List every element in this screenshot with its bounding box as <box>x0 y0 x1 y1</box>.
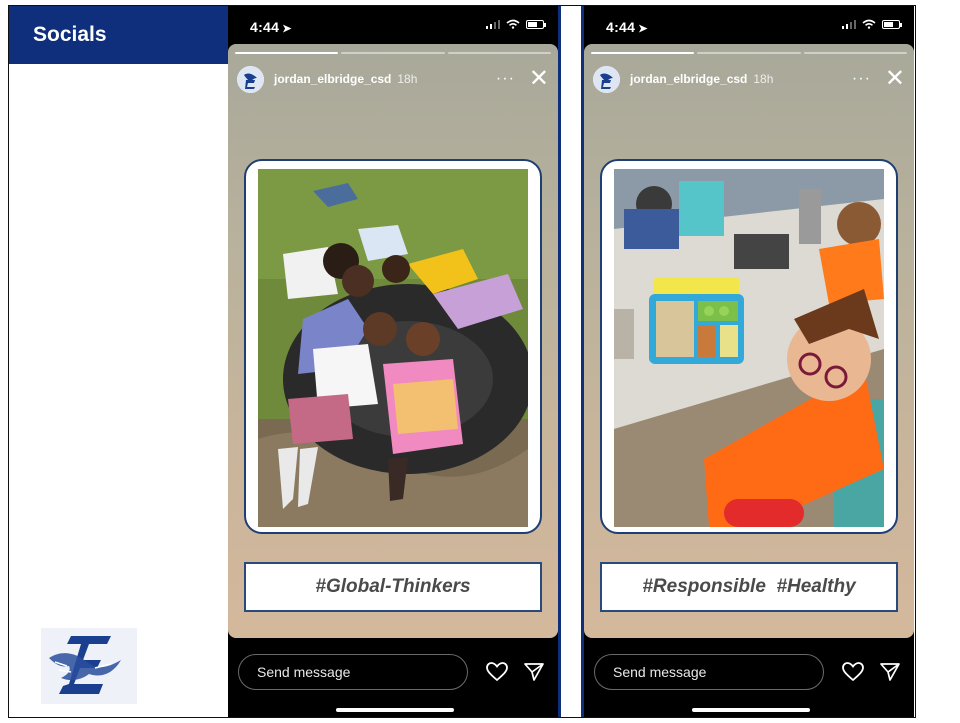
battery-icon <box>526 19 546 29</box>
home-indicator <box>692 708 810 712</box>
children-on-tire-photo <box>258 169 528 527</box>
school-logo <box>41 628 137 704</box>
location-arrow-icon: ➤ <box>638 23 648 35</box>
close-icon[interactable]: ✕ <box>529 67 549 91</box>
send-icon[interactable] <box>880 662 900 682</box>
more-dots-icon[interactable]: ··· <box>496 70 515 88</box>
socials-title: Socials <box>9 6 228 64</box>
story-card[interactable]: jordan_elbridge_csd 18h ··· ✕ <box>228 44 558 638</box>
send-icon[interactable] <box>524 662 544 682</box>
left-panel: Socials <box>9 6 228 717</box>
story-progress <box>235 52 551 54</box>
story-screen-2: 4:44 ➤ jordan_elbridge_csd 18h ··· ✕ #Re… <box>584 6 914 717</box>
message-bar: Send message <box>584 650 914 694</box>
story-progress <box>591 52 907 54</box>
wifi-icon <box>862 19 876 29</box>
story-time-ago: 18h <box>397 72 418 86</box>
status-bar: 4:44 ➤ <box>584 6 914 44</box>
wifi-icon <box>506 19 520 29</box>
close-icon[interactable]: ✕ <box>885 67 905 91</box>
more-dots-icon[interactable]: ··· <box>852 70 871 88</box>
story-photo-card <box>600 159 898 534</box>
signal-icon <box>841 19 856 29</box>
story-username[interactable]: jordan_elbridge_csd <box>274 72 391 86</box>
student-lunchbox-photo <box>614 169 884 527</box>
story-caption: #Responsible #Healthy <box>600 562 898 612</box>
home-indicator <box>336 708 454 712</box>
story-header: jordan_elbridge_csd 18h ··· ✕ <box>593 64 905 94</box>
story-caption: #Global-Thinkers <box>244 562 542 612</box>
slide-frame: Socials 4:44 ➤ jordan_elbridge_csd 18h ·… <box>8 5 916 718</box>
avatar[interactable] <box>237 65 264 93</box>
story-card[interactable]: jordan_elbridge_csd 18h ··· ✕ <box>584 44 914 638</box>
system-icons <box>485 19 546 29</box>
status-bar: 4:44 ➤ <box>228 6 558 44</box>
send-message-input[interactable]: Send message <box>594 654 824 690</box>
battery-icon <box>882 19 902 29</box>
status-time: 4:44 <box>250 19 280 35</box>
story-screen-1: 4:44 ➤ jordan_elbridge_csd 18h ··· ✕ #Gl… <box>228 6 558 717</box>
divider <box>558 6 584 717</box>
story-photo-card <box>244 159 542 534</box>
system-icons <box>841 19 902 29</box>
story-username[interactable]: jordan_elbridge_csd <box>630 72 747 86</box>
signal-icon <box>485 19 500 29</box>
story-header: jordan_elbridge_csd 18h ··· ✕ <box>237 64 549 94</box>
heart-icon[interactable] <box>486 662 508 682</box>
status-time: 4:44 <box>606 19 636 35</box>
send-message-input[interactable]: Send message <box>238 654 468 690</box>
story-time-ago: 18h <box>753 72 774 86</box>
message-bar: Send message <box>228 650 558 694</box>
location-arrow-icon: ➤ <box>282 23 292 35</box>
avatar[interactable] <box>593 65 620 93</box>
heart-icon[interactable] <box>842 662 864 682</box>
